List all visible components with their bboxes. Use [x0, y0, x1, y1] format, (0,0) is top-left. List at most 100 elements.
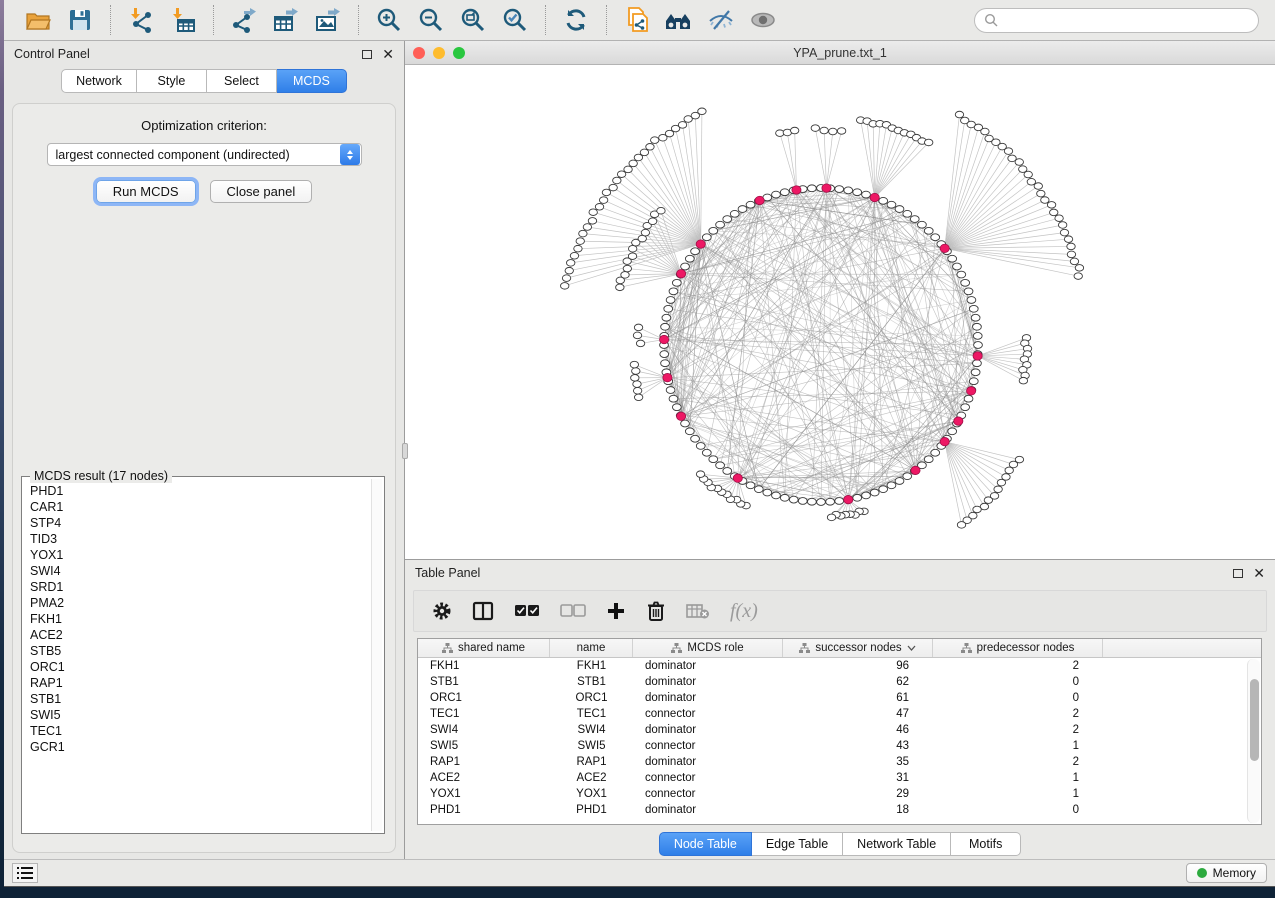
network-node[interactable] — [662, 314, 671, 321]
network-node[interactable] — [973, 323, 982, 330]
tab-network[interactable]: Network — [61, 69, 137, 93]
network-leaf-node[interactable] — [634, 394, 642, 401]
network-leaf-node[interactable] — [1027, 178, 1035, 185]
mcds-result-scrollbar[interactable] — [371, 479, 382, 831]
network-node[interactable] — [931, 449, 940, 456]
network-leaf-node[interactable] — [1070, 258, 1078, 265]
delete-columns-button[interactable] — [646, 600, 666, 622]
hide-selected-button[interactable] — [703, 4, 739, 36]
network-leaf-node[interactable] — [621, 272, 629, 279]
mcds-hub-node[interactable] — [973, 352, 982, 360]
table-row[interactable]: FKH1FKH1dominator962 — [418, 658, 1261, 674]
network-leaf-node[interactable] — [1004, 148, 1012, 155]
network-leaf-node[interactable] — [1024, 171, 1032, 178]
network-leaf-node[interactable] — [1064, 236, 1072, 243]
network-leaf-node[interactable] — [698, 108, 706, 115]
mcds-result-item[interactable]: ACE2 — [30, 627, 370, 643]
column-header-MCDS-role[interactable]: MCDS role — [633, 639, 783, 657]
tab-network-table[interactable]: Network Table — [843, 832, 951, 856]
task-history-button[interactable] — [12, 863, 38, 883]
zoom-out-button[interactable] — [413, 4, 449, 36]
network-node[interactable] — [826, 498, 835, 505]
network-node[interactable] — [973, 360, 982, 367]
network-leaf-node[interactable] — [790, 127, 798, 134]
column-header-predecessor-nodes[interactable]: predecessor nodes — [933, 639, 1103, 657]
network-node[interactable] — [672, 279, 681, 286]
network-node[interactable] — [918, 221, 927, 228]
mcds-result-item[interactable]: SRD1 — [30, 579, 370, 595]
network-leaf-node[interactable] — [994, 486, 1002, 493]
network-leaf-node[interactable] — [595, 203, 603, 210]
close-window-light[interactable] — [413, 47, 425, 59]
table-row[interactable]: PHD1PHD1dominator180 — [418, 802, 1261, 818]
network-node[interactable] — [853, 189, 862, 196]
mcds-result-item[interactable]: STB5 — [30, 643, 370, 659]
network-node[interactable] — [664, 305, 673, 312]
network-leaf-node[interactable] — [629, 160, 637, 167]
network-leaf-node[interactable] — [602, 189, 610, 196]
network-node[interactable] — [681, 420, 690, 427]
network-leaf-node[interactable] — [641, 229, 649, 236]
float-window-icon[interactable] — [362, 50, 372, 59]
network-leaf-node[interactable] — [567, 260, 575, 267]
show-columns-button[interactable] — [472, 601, 494, 621]
mcds-hub-node[interactable] — [822, 184, 831, 192]
network-leaf-node[interactable] — [820, 127, 828, 134]
network-leaf-node[interactable] — [628, 253, 636, 260]
add-column-button[interactable] — [606, 601, 626, 621]
network-leaf-node[interactable] — [1005, 467, 1013, 474]
network-leaf-node[interactable] — [696, 471, 704, 478]
network-node[interactable] — [924, 456, 933, 463]
mcds-hub-node[interactable] — [696, 240, 705, 248]
network-leaf-node[interactable] — [561, 283, 569, 290]
import-network-button[interactable] — [123, 4, 159, 36]
network-leaf-node[interactable] — [955, 111, 963, 118]
panel-splitter-handle[interactable] — [402, 443, 408, 459]
export-network-button[interactable] — [226, 4, 262, 36]
search-input[interactable] — [1004, 13, 1249, 27]
criterion-dropdown[interactable]: largest connected component (undirected) — [47, 143, 362, 166]
network-node[interactable] — [723, 216, 732, 223]
mcds-result-item[interactable]: STP4 — [30, 515, 370, 531]
tab-motifs[interactable]: Motifs — [951, 832, 1021, 856]
mcds-result-item[interactable]: ORC1 — [30, 659, 370, 675]
network-leaf-node[interactable] — [589, 209, 597, 216]
network-node[interactable] — [669, 288, 678, 295]
network-node[interactable] — [931, 234, 940, 241]
first-neighbors-button[interactable] — [661, 4, 697, 36]
tab-edge-table[interactable]: Edge Table — [752, 832, 843, 856]
network-node[interactable] — [661, 323, 670, 330]
network-node[interactable] — [953, 263, 962, 270]
network-node[interactable] — [763, 489, 772, 496]
network-node[interactable] — [862, 191, 871, 198]
mcds-result-item[interactable]: CAR1 — [30, 499, 370, 515]
network-canvas[interactable] — [405, 65, 1275, 559]
tab-mcds[interactable]: MCDS — [277, 69, 347, 93]
network-leaf-node[interactable] — [630, 361, 638, 368]
duplicate-network-button[interactable] — [619, 4, 655, 36]
network-node[interactable] — [948, 428, 957, 435]
network-leaf-node[interactable] — [574, 245, 582, 252]
network-node[interactable] — [746, 201, 755, 208]
network-node[interactable] — [661, 360, 670, 367]
network-leaf-node[interactable] — [648, 218, 656, 225]
show-all-button[interactable] — [745, 4, 781, 36]
network-node[interactable] — [903, 210, 912, 217]
network-leaf-node[interactable] — [827, 514, 835, 521]
network-node[interactable] — [696, 443, 705, 450]
close-table-panel-icon[interactable]: ✕ — [1253, 566, 1265, 580]
network-node[interactable] — [887, 201, 896, 208]
network-node[interactable] — [961, 279, 970, 286]
mcds-hub-node[interactable] — [844, 495, 853, 503]
network-node[interactable] — [961, 404, 970, 411]
mcds-result-item[interactable]: SWI4 — [30, 563, 370, 579]
network-leaf-node[interactable] — [1055, 215, 1063, 222]
import-table-button[interactable] — [165, 4, 201, 36]
network-node[interactable] — [738, 206, 747, 213]
mcds-hub-node[interactable] — [755, 196, 764, 204]
close-panel-icon[interactable]: ✕ — [382, 47, 394, 61]
network-leaf-node[interactable] — [1019, 377, 1027, 384]
network-leaf-node[interactable] — [651, 137, 659, 144]
network-node[interactable] — [974, 342, 983, 349]
network-leaf-node[interactable] — [633, 381, 641, 388]
